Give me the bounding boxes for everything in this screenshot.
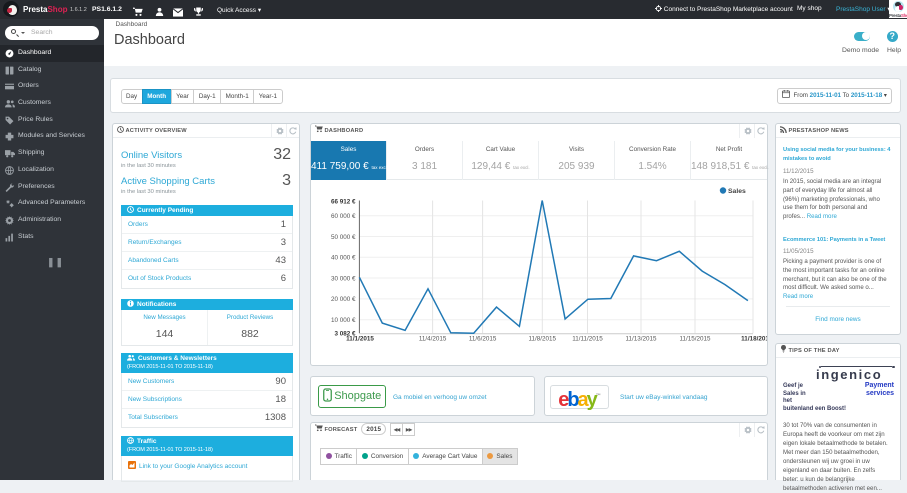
- svg-text:60 000 €: 60 000 €: [331, 213, 356, 220]
- svg-text:20 000 €: 20 000 €: [331, 296, 356, 303]
- svg-text:66 912 €: 66 912 €: [331, 199, 356, 206]
- svg-text:30 000 €: 30 000 €: [331, 275, 356, 282]
- svg-text:10 000 €: 10 000 €: [331, 317, 356, 324]
- svg-text:11/1/2015: 11/1/2015: [346, 336, 374, 343]
- svg-text:11/4/2015: 11/4/2015: [419, 336, 447, 343]
- svg-text:11/13/2015: 11/13/2015: [625, 336, 657, 343]
- svg-text:11/15/2015: 11/15/2015: [679, 336, 711, 343]
- svg-text:11/18/201: 11/18/201: [741, 336, 767, 343]
- svg-text:11/6/2015: 11/6/2015: [469, 336, 497, 343]
- svg-text:Sales: Sales: [728, 188, 746, 195]
- svg-text:40 000 €: 40 000 €: [331, 255, 356, 262]
- svg-text:11/11/2015: 11/11/2015: [572, 336, 603, 343]
- svg-text:50 000 €: 50 000 €: [331, 234, 356, 241]
- svg-text:11/8/2015: 11/8/2015: [529, 336, 557, 343]
